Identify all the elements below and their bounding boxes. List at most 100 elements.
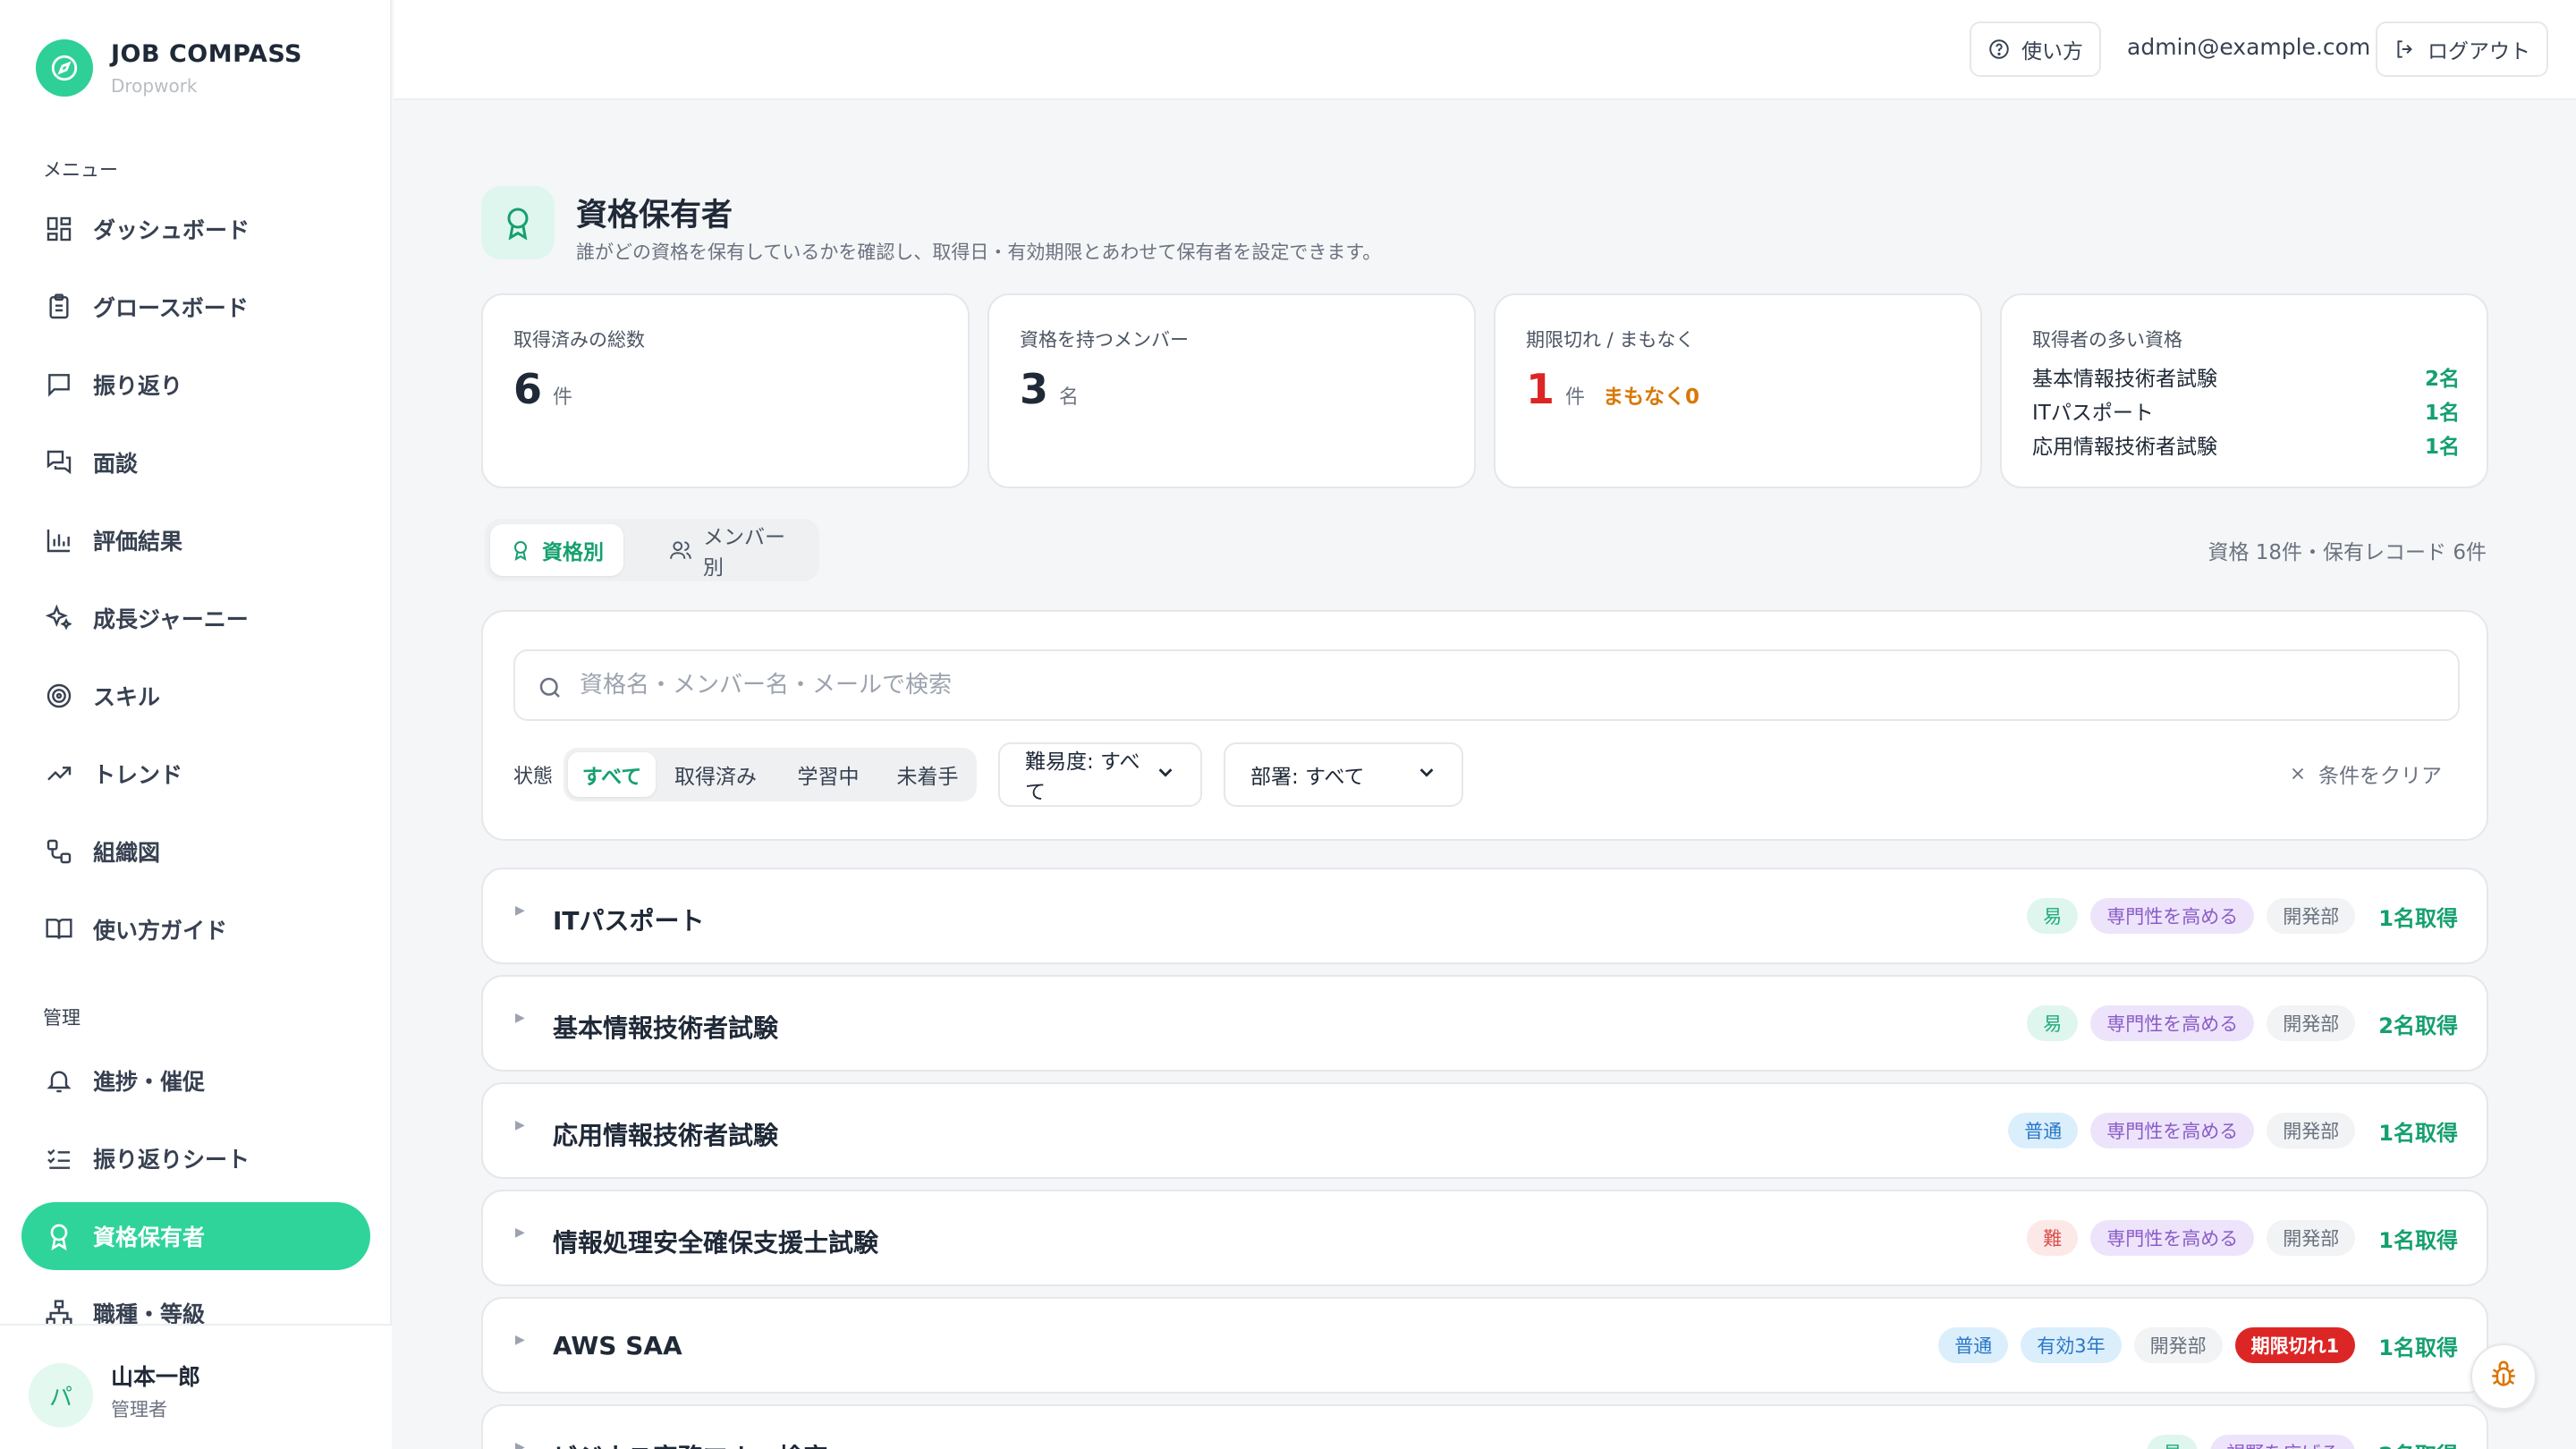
sidebar-item-label: 成長ジャーニー (93, 606, 249, 632)
sparkles-icon (43, 602, 75, 634)
stat-unit: 件 (1565, 386, 1586, 409)
logout-label: ログアウト (2428, 40, 2530, 64)
bug-icon (2488, 1360, 2519, 1394)
cert-row[interactable]: ▶ 情報処理安全確保支援士試験 難専門性を高める 開発部 1名取得 (481, 1190, 2488, 1286)
cert-row[interactable]: ▶ ビジネス実務マナー検定 易視野を広げる 2名取得 (481, 1404, 2488, 1449)
search-input[interactable] (580, 665, 2440, 705)
sidebar-item-trend[interactable]: トレンド (21, 740, 370, 808)
status-option-all[interactable]: すべて (568, 752, 656, 797)
logout-icon (2394, 38, 2417, 61)
sidebar-item-dashboard[interactable]: ダッシュボード (21, 195, 370, 263)
stat-value: 6 (513, 365, 543, 413)
sidebar-item-reflection-sheet[interactable]: 振り返りシート (21, 1124, 370, 1192)
cert-badges: 易専門性を高める 開発部 2名取得 (2014, 1005, 2458, 1041)
status-option-acquired[interactable]: 取得済み (657, 752, 774, 797)
stat-unit: 件 (553, 386, 573, 409)
tab-by-cert[interactable]: 資格別 (490, 524, 623, 576)
sidebar-item-skill[interactable]: スキル (21, 662, 370, 730)
cert-name: AWS SAA (553, 1331, 682, 1360)
expand-caret-icon[interactable]: ▶ (515, 903, 525, 918)
page-subtitle: 誰がどの資格を保有しているかを確認し、取得日・有効期限とあわせて保有者を設定でき… (576, 242, 1382, 263)
checklist-icon (43, 1142, 75, 1174)
cert-name: 基本情報技術者試験 (2032, 368, 2217, 391)
brand-subtitle: Dropwork (111, 74, 198, 97)
sidebar-item-reflection[interactable]: 振り返り (21, 351, 370, 419)
expand-caret-icon[interactable]: ▶ (515, 1440, 525, 1449)
sidebar-item-org-chart[interactable]: 組織図 (21, 818, 370, 886)
help-circle-icon (1987, 38, 2011, 61)
clipboard-icon (43, 291, 75, 323)
expand-caret-icon[interactable]: ▶ (515, 1333, 525, 1347)
clear-filters-button[interactable]: 条件をクリア (2288, 758, 2442, 789)
sidebar-item-label: 進捗・催促 (93, 1069, 206, 1095)
cert-row[interactable]: ▶ 基本情報技術者試験 易専門性を高める 開発部 2名取得 (481, 975, 2488, 1072)
tag-badge: 易 (2027, 898, 2079, 934)
org-icon (43, 835, 75, 868)
cert-name: ITパスポート (2032, 402, 2154, 425)
cert-name: 基本情報技術者試験 (553, 1013, 779, 1043)
clear-label: 条件をクリア (2318, 765, 2442, 788)
status-option-studying[interactable]: 学習中 (775, 752, 881, 797)
brand[interactable]: JOB COMPASS Dropwork (36, 39, 302, 97)
cert-row[interactable]: ▶ AWS SAA 普通 有効3年 開発部 期限切れ1 1名取得 (481, 1297, 2488, 1394)
user-email: admin@example.com (2127, 34, 2371, 60)
tag-badge: 開発部 (2267, 1005, 2356, 1041)
trend-icon (43, 758, 75, 790)
cert-badges: 易視野を広げる 2名取得 (2134, 1435, 2458, 1449)
brand-title: JOB COMPASS (111, 39, 302, 68)
status-filter: すべて 取得済み 学習中 未着手 (564, 748, 977, 801)
view-tabs: 資格別 メンバー別 (485, 519, 819, 581)
top-header: 使い方 admin@example.com ログアウト (394, 0, 2576, 100)
status-filter-label: 状態 (513, 766, 554, 788)
bug-report-button[interactable] (2470, 1343, 2537, 1410)
logout-button[interactable]: ログアウト (2376, 21, 2548, 77)
chevron-down-icon (1156, 762, 1175, 787)
search-box[interactable] (513, 649, 2460, 721)
list-item: ITパスポート 1名 (2032, 394, 2460, 428)
tag-badge: 専門性を高める (2090, 1113, 2255, 1148)
expand-caret-icon[interactable]: ▶ (515, 1225, 525, 1240)
cert-row[interactable]: ▶ ITパスポート 易専門性を高める 開発部 1名取得 (481, 868, 2488, 964)
tag-badge: 開発部 (2267, 898, 2356, 934)
chat-icon (43, 446, 75, 479)
list-item: 基本情報技術者試験 2名 (2032, 360, 2460, 394)
sidebar-item-evaluation[interactable]: 評価結果 (21, 506, 370, 574)
department-select[interactable]: 部署: すべて (1224, 742, 1463, 807)
cert-badges: 普通 専門性を高める 開発部 1名取得 (1996, 1113, 2458, 1148)
bar-chart-icon (43, 524, 75, 556)
difficulty-select[interactable]: 難易度: すべて (998, 742, 1202, 807)
top-cert-list: 基本情報技術者試験 2名 ITパスポート 1名 応用情報技術者試験 1名 (2032, 360, 2460, 462)
sidebar-item-progress[interactable]: 進捗・催促 (21, 1046, 370, 1114)
bell-icon (43, 1064, 75, 1097)
award-icon (481, 186, 555, 259)
status-option-not-started[interactable]: 未着手 (883, 752, 972, 797)
cert-name: 応用情報技術者試験 (2032, 436, 2217, 459)
cert-badges: 易専門性を高める 開発部 1名取得 (2014, 898, 2458, 934)
cert-name: ビジネス実務マナー検定 (553, 1438, 828, 1449)
expand-caret-icon[interactable]: ▶ (515, 1118, 525, 1132)
sidebar-item-interview[interactable]: 面談 (21, 428, 370, 496)
stat-unit: 名 (1059, 386, 1080, 409)
help-button[interactable]: 使い方 (1970, 21, 2101, 77)
tag-badge: 開発部 (2267, 1113, 2356, 1148)
sidebar-item-label: 組織図 (93, 840, 161, 866)
user-panel[interactable]: パ 山本一郎 管理者 (0, 1324, 392, 1449)
stat-card-total: 取得済みの総数 6 件 (481, 293, 970, 488)
sidebar-item-growth-board[interactable]: グロースボード (21, 273, 370, 341)
sidebar-item-label: 面談 (93, 451, 139, 477)
tag-badge: 専門性を高める (2090, 898, 2255, 934)
tab-by-member[interactable]: メンバー別 (649, 524, 819, 580)
tag-badge: 有効3年 (2021, 1327, 2122, 1363)
sidebar-item-label: ダッシュボード (93, 217, 250, 243)
expand-caret-icon[interactable]: ▶ (515, 1011, 525, 1025)
sidebar-item-guide[interactable]: 使い方ガイド (21, 895, 370, 963)
stat-label: 期限切れ / まもなく (1526, 329, 1695, 351)
sidebar-item-growth-journey[interactable]: 成長ジャーニー (21, 584, 370, 652)
cert-row[interactable]: ▶ 応用情報技術者試験 普通 専門性を高める 開発部 1名取得 (481, 1082, 2488, 1179)
select-value: 難易度: すべて (1025, 750, 1140, 804)
sidebar: JOB COMPASS Dropwork メニュー ダッシュボード グロースボー… (0, 0, 392, 1449)
holder-count: 1名取得 (2378, 905, 2458, 931)
sidebar-item-cert-holders[interactable]: 資格保有者 (21, 1202, 370, 1270)
users-icon (669, 538, 692, 562)
search-icon (537, 674, 564, 705)
